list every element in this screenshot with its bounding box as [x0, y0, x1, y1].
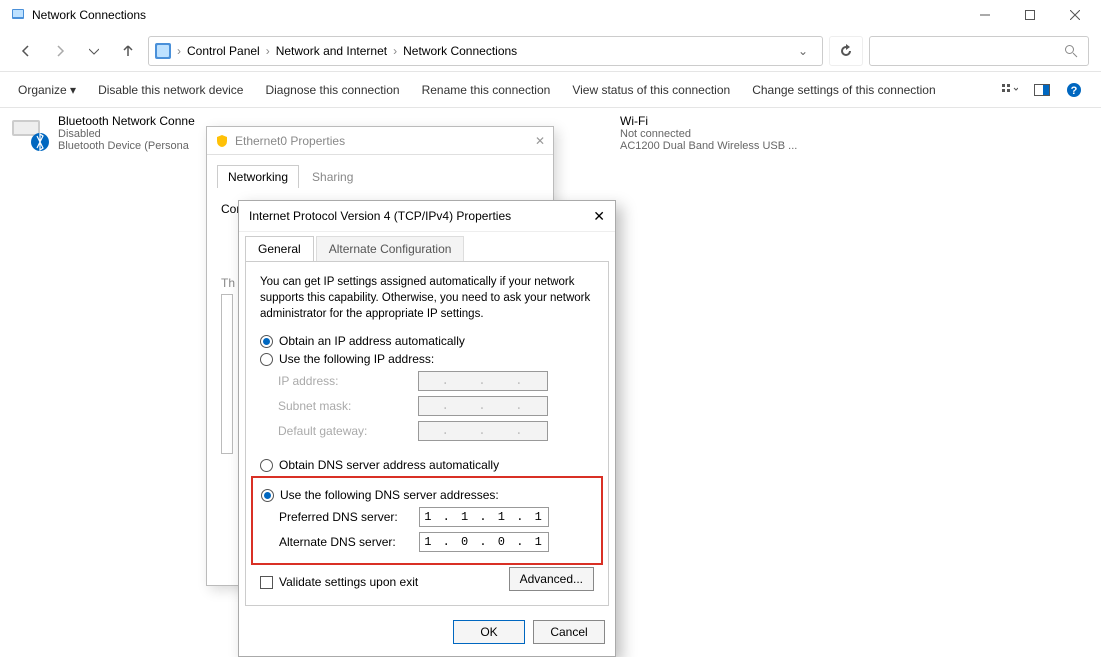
preferred-dns-input[interactable]: 1 . 1 . 1 . 1: [419, 507, 549, 527]
tab-alternate[interactable]: Alternate Configuration: [316, 236, 465, 261]
cmd-settings[interactable]: Change settings of this connection: [752, 83, 935, 97]
preview-pane-icon[interactable]: [1033, 81, 1051, 99]
breadcrumb-sep: ›: [393, 44, 397, 58]
back-button[interactable]: [12, 37, 40, 65]
breadcrumb-sep: ›: [266, 44, 270, 58]
breadcrumb-sep: ›: [177, 44, 181, 58]
connection-status: Not connected: [620, 128, 797, 140]
minimize-button[interactable]: [962, 0, 1007, 30]
shield-icon: [215, 134, 229, 148]
svg-text:?: ?: [1071, 85, 1078, 97]
description-text: You can get IP settings assigned automat…: [260, 274, 594, 322]
alternate-dns-input[interactable]: 1 . 0 . 0 . 1: [419, 532, 549, 552]
forward-button[interactable]: [46, 37, 74, 65]
refresh-button[interactable]: [829, 36, 863, 66]
cmd-rename[interactable]: Rename this connection: [422, 83, 551, 97]
titlebar: Network Connections: [0, 0, 1101, 30]
tcpip-properties-dialog: Internet Protocol Version 4 (TCP/IPv4) P…: [238, 200, 616, 657]
connection-name: Wi-Fi: [620, 114, 797, 128]
window-title: Network Connections: [32, 8, 962, 22]
command-bar: Organize ▾ Disable this network device D…: [0, 72, 1101, 108]
breadcrumb-item[interactable]: Control Panel: [187, 44, 260, 58]
subnet-input: . . .: [418, 396, 548, 416]
radio-icon: [260, 353, 273, 366]
view-options-icon[interactable]: [1001, 81, 1019, 99]
network-icon: [10, 7, 26, 23]
radio-icon: [261, 489, 274, 502]
search-input[interactable]: [869, 36, 1089, 66]
radio-icon: [260, 335, 273, 348]
breadcrumb[interactable]: › Control Panel › Network and Internet ›…: [148, 36, 823, 66]
close-icon[interactable]: ✕: [535, 134, 545, 148]
gateway-input: . . .: [418, 421, 548, 441]
control-panel-icon: [155, 43, 171, 59]
recent-button[interactable]: [80, 37, 108, 65]
help-icon[interactable]: ?: [1065, 81, 1083, 99]
connection-status: Disabled: [58, 128, 195, 140]
close-button[interactable]: [1052, 0, 1097, 30]
cancel-button[interactable]: Cancel: [533, 620, 605, 644]
radio-ip-manual[interactable]: Use the following IP address:: [260, 352, 594, 366]
checkbox-icon: [260, 576, 273, 589]
ip-address-label: IP address:: [278, 374, 418, 388]
dialog-title: Internet Protocol Version 4 (TCP/IPv4) P…: [249, 209, 511, 223]
connection-name: Bluetooth Network Conne: [58, 114, 195, 128]
ip-address-input: . . .: [418, 371, 548, 391]
tab-sharing[interactable]: Sharing: [301, 165, 364, 188]
dns-highlight-box: Use the following DNS server addresses: …: [251, 476, 603, 565]
connection-item[interactable]: Wi-Fi Not connected AC1200 Dual Band Wir…: [620, 114, 880, 154]
navbar: › Control Panel › Network and Internet ›…: [0, 30, 1101, 72]
breadcrumb-item[interactable]: Network and Internet: [276, 44, 387, 58]
subnet-label: Subnet mask:: [278, 399, 418, 413]
breadcrumb-item[interactable]: Network Connections: [403, 44, 517, 58]
maximize-button[interactable]: [1007, 0, 1052, 30]
cmd-diagnose[interactable]: Diagnose this connection: [265, 83, 399, 97]
connection-device: Bluetooth Device (Persona: [58, 140, 195, 152]
organize-menu[interactable]: Organize ▾: [18, 83, 76, 97]
radio-ip-auto[interactable]: Obtain an IP address automatically: [260, 334, 594, 348]
bluetooth-adapter-icon: [10, 114, 50, 154]
radio-dns-auto[interactable]: Obtain DNS server address automatically: [260, 458, 594, 472]
connection-device: AC1200 Dual Band Wireless USB ...: [620, 140, 797, 152]
ok-button[interactable]: OK: [453, 620, 525, 644]
cmd-status[interactable]: View status of this connection: [572, 83, 730, 97]
tab-networking[interactable]: Networking: [217, 165, 299, 188]
cmd-disable[interactable]: Disable this network device: [98, 83, 243, 97]
breadcrumb-dropdown[interactable]: ⌄: [790, 44, 816, 58]
up-button[interactable]: [114, 37, 142, 65]
dialog-title: Ethernet0 Properties: [235, 134, 345, 148]
gateway-label: Default gateway:: [278, 424, 418, 438]
alternate-dns-label: Alternate DNS server:: [279, 535, 419, 549]
close-icon[interactable]: ✕: [593, 208, 605, 225]
search-icon: [1064, 44, 1078, 58]
advanced-button[interactable]: Advanced...: [509, 567, 594, 591]
radio-icon: [260, 459, 273, 472]
radio-dns-manual[interactable]: Use the following DNS server addresses:: [261, 488, 593, 502]
preferred-dns-label: Preferred DNS server:: [279, 510, 419, 524]
tab-general[interactable]: General: [245, 236, 314, 261]
